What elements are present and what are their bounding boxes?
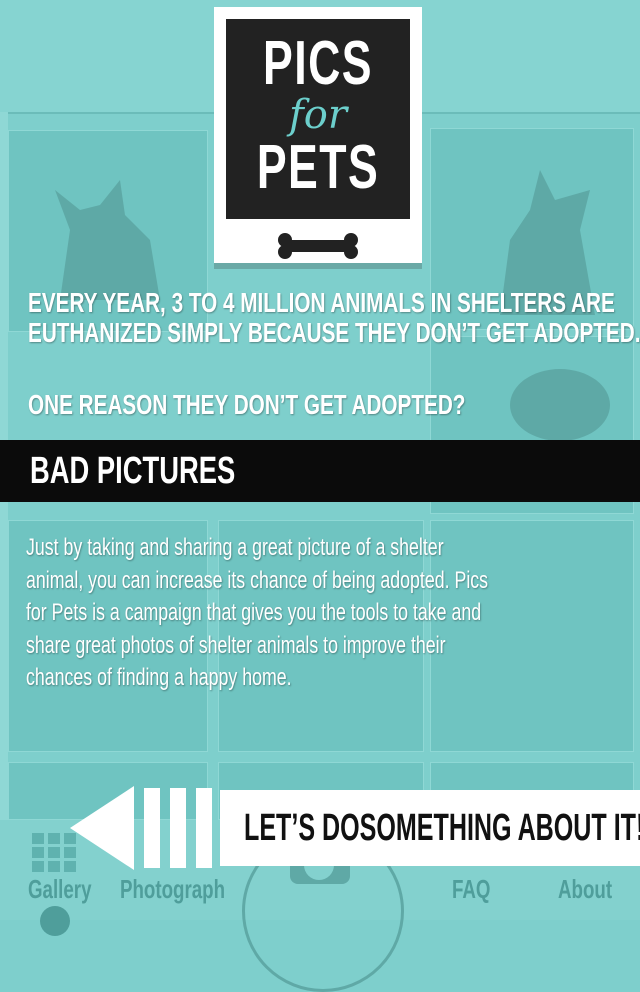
description-paragraph: Just by taking and sharing a great pictu… — [26, 532, 581, 695]
paragraph-line: for Pets is a campaign that gives you th… — [26, 599, 482, 626]
dog-silhouette — [510, 369, 610, 441]
bone-icon — [278, 233, 358, 259]
logo-word-pics: PICS — [263, 29, 373, 98]
tab-photograph[interactable]: Photograph — [120, 874, 225, 905]
paragraph-line: Just by taking and sharing a great pictu… — [26, 534, 444, 561]
intro-line: EUTHANIZED SIMPLY BECAUSE THEY DON’T GET… — [28, 317, 640, 348]
paragraph-line: animal, you can increase its chance of b… — [26, 566, 489, 594]
tab-faq[interactable]: FAQ — [452, 874, 490, 905]
pics-for-pets-logo: PICS for PETS — [214, 7, 422, 263]
do-something-button[interactable]: LET’S DOSOMETHING ABOUT IT! — [220, 790, 640, 866]
tab-about[interactable]: About — [558, 874, 612, 905]
paragraph-line: chances of finding a happy home. — [26, 664, 292, 691]
intro-line: EVERY YEAR, 3 TO 4 MILLION ANIMALS IN SH… — [28, 287, 615, 318]
tab-gallery[interactable]: Gallery — [28, 874, 91, 905]
intro-question: ONE REASON THEY DON’T GET ADOPTED? — [28, 389, 466, 420]
back-arrow-icon[interactable] — [70, 786, 220, 870]
logo-word-pets: PETS — [256, 133, 380, 202]
paragraph-line: share great photos of shelter animals to… — [26, 631, 446, 659]
left-edge — [0, 112, 8, 892]
gallery-indicator-dot — [40, 906, 70, 936]
cta-label: LET’S DOSOMETHING ABOUT IT! — [244, 807, 640, 849]
logo-word-for: for — [288, 92, 347, 138]
bad-pictures-band: BAD PICTURES — [0, 440, 640, 502]
band-heading: BAD PICTURES — [30, 450, 236, 492]
intro-statement: EVERY YEAR, 3 TO 4 MILLION ANIMALS IN SH… — [28, 287, 640, 348]
logo-frame: PICS for PETS — [226, 19, 410, 219]
